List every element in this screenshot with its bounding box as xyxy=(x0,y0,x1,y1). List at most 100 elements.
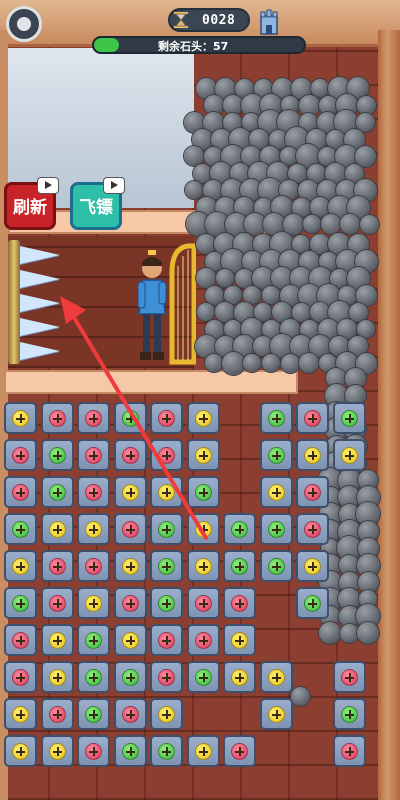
screw-tile[interactable] xyxy=(41,661,74,693)
green-screw-icon xyxy=(195,484,212,501)
screw-tile[interactable] xyxy=(150,439,183,471)
screw-tile[interactable] xyxy=(150,587,183,619)
screw-tile[interactable] xyxy=(260,402,293,434)
boulder xyxy=(215,302,235,322)
screw-tile[interactable] xyxy=(41,513,74,545)
screw-tile[interactable] xyxy=(4,476,37,508)
screw-tile[interactable] xyxy=(187,550,220,582)
screw-tile[interactable] xyxy=(114,661,147,693)
screw-tile[interactable] xyxy=(77,624,110,656)
screw-tile[interactable] xyxy=(296,402,329,434)
screw-tile[interactable] xyxy=(41,587,74,619)
gear-icon[interactable] xyxy=(6,6,42,42)
screw-tile[interactable] xyxy=(150,513,183,545)
screw-tile[interactable] xyxy=(223,735,256,767)
screw-tile[interactable] xyxy=(150,661,183,693)
screw-tile[interactable] xyxy=(296,439,329,471)
screw-tile[interactable] xyxy=(77,402,110,434)
red-screw-icon xyxy=(12,669,29,686)
red-screw-icon xyxy=(158,410,175,427)
screw-tile[interactable] xyxy=(260,513,293,545)
screw-tile[interactable] xyxy=(296,513,329,545)
screw-tile[interactable] xyxy=(187,513,220,545)
screw-tile[interactable] xyxy=(260,550,293,582)
level-number: 0028 xyxy=(202,13,236,28)
golden-harp xyxy=(169,243,196,365)
green-screw-icon xyxy=(85,632,102,649)
screw-tile[interactable] xyxy=(41,476,74,508)
screw-tile[interactable] xyxy=(223,587,256,619)
screw-tile[interactable] xyxy=(333,661,366,693)
screw-tile[interactable] xyxy=(4,402,37,434)
screw-tile[interactable] xyxy=(187,661,220,693)
screw-tile[interactable] xyxy=(114,476,147,508)
screw-tile[interactable] xyxy=(4,587,37,619)
screw-tile[interactable] xyxy=(4,439,37,471)
screw-tile[interactable] xyxy=(77,698,110,730)
screw-tile[interactable] xyxy=(77,550,110,582)
screw-tile[interactable] xyxy=(150,624,183,656)
screw-tile[interactable] xyxy=(296,587,329,619)
screw-tile[interactable] xyxy=(150,476,183,508)
screw-tile[interactable] xyxy=(187,587,220,619)
screw-tile[interactable] xyxy=(333,439,366,471)
screw-tile[interactable] xyxy=(114,550,147,582)
screw-tile[interactable] xyxy=(77,476,110,508)
castle-icon[interactable] xyxy=(258,8,280,36)
screw-tile[interactable] xyxy=(114,698,147,730)
screw-tile[interactable] xyxy=(114,402,147,434)
screw-tile[interactable] xyxy=(333,402,366,434)
screw-tile[interactable] xyxy=(223,661,256,693)
screw-tile[interactable] xyxy=(296,476,329,508)
screw-tile[interactable] xyxy=(223,624,256,656)
screw-tile[interactable] xyxy=(114,513,147,545)
screw-tile[interactable] xyxy=(114,624,147,656)
skip-button-label: 飞镖 xyxy=(79,198,113,218)
screw-tile[interactable] xyxy=(77,735,110,767)
screw-tile[interactable] xyxy=(260,476,293,508)
refresh-button[interactable]: 刷新 xyxy=(4,177,59,230)
screw-tile[interactable] xyxy=(223,513,256,545)
screw-tile[interactable] xyxy=(187,402,220,434)
screw-tile[interactable] xyxy=(41,624,74,656)
screw-tile[interactable] xyxy=(41,735,74,767)
screw-tile[interactable] xyxy=(4,513,37,545)
screw-tile[interactable] xyxy=(4,550,37,582)
screw-tile[interactable] xyxy=(77,513,110,545)
yellow-screw-icon xyxy=(85,595,102,612)
screw-tile[interactable] xyxy=(333,735,366,767)
screw-tile[interactable] xyxy=(41,698,74,730)
screw-tile[interactable] xyxy=(4,698,37,730)
screw-tile[interactable] xyxy=(296,550,329,582)
screw-tile[interactable] xyxy=(260,661,293,693)
screw-tile[interactable] xyxy=(77,587,110,619)
green-screw-icon xyxy=(85,706,102,723)
screw-tile[interactable] xyxy=(4,735,37,767)
screw-tile[interactable] xyxy=(187,624,220,656)
screw-tile[interactable] xyxy=(260,698,293,730)
screw-tile[interactable] xyxy=(187,476,220,508)
screw-tile[interactable] xyxy=(41,439,74,471)
screw-tile[interactable] xyxy=(4,661,37,693)
screw-tile[interactable] xyxy=(4,624,37,656)
screw-tile[interactable] xyxy=(114,439,147,471)
skip-level-button[interactable]: 飞镖 xyxy=(70,177,125,230)
screw-tile[interactable] xyxy=(114,587,147,619)
screw-tile[interactable] xyxy=(77,439,110,471)
screw-tile[interactable] xyxy=(150,402,183,434)
screw-tile[interactable] xyxy=(114,735,147,767)
screw-tile[interactable] xyxy=(150,550,183,582)
screw-tile[interactable] xyxy=(187,735,220,767)
screw-tile[interactable] xyxy=(41,550,74,582)
screw-tile[interactable] xyxy=(187,439,220,471)
remaining-stones-label: 剩余石头：57 xyxy=(158,40,229,53)
red-screw-icon xyxy=(122,521,139,538)
screw-tile[interactable] xyxy=(150,698,183,730)
screw-tile[interactable] xyxy=(150,735,183,767)
screw-tile[interactable] xyxy=(77,661,110,693)
screw-tile[interactable] xyxy=(333,698,366,730)
progress-fill xyxy=(94,38,119,52)
screw-tile[interactable] xyxy=(223,550,256,582)
screw-tile[interactable] xyxy=(41,402,74,434)
screw-tile[interactable] xyxy=(260,439,293,471)
